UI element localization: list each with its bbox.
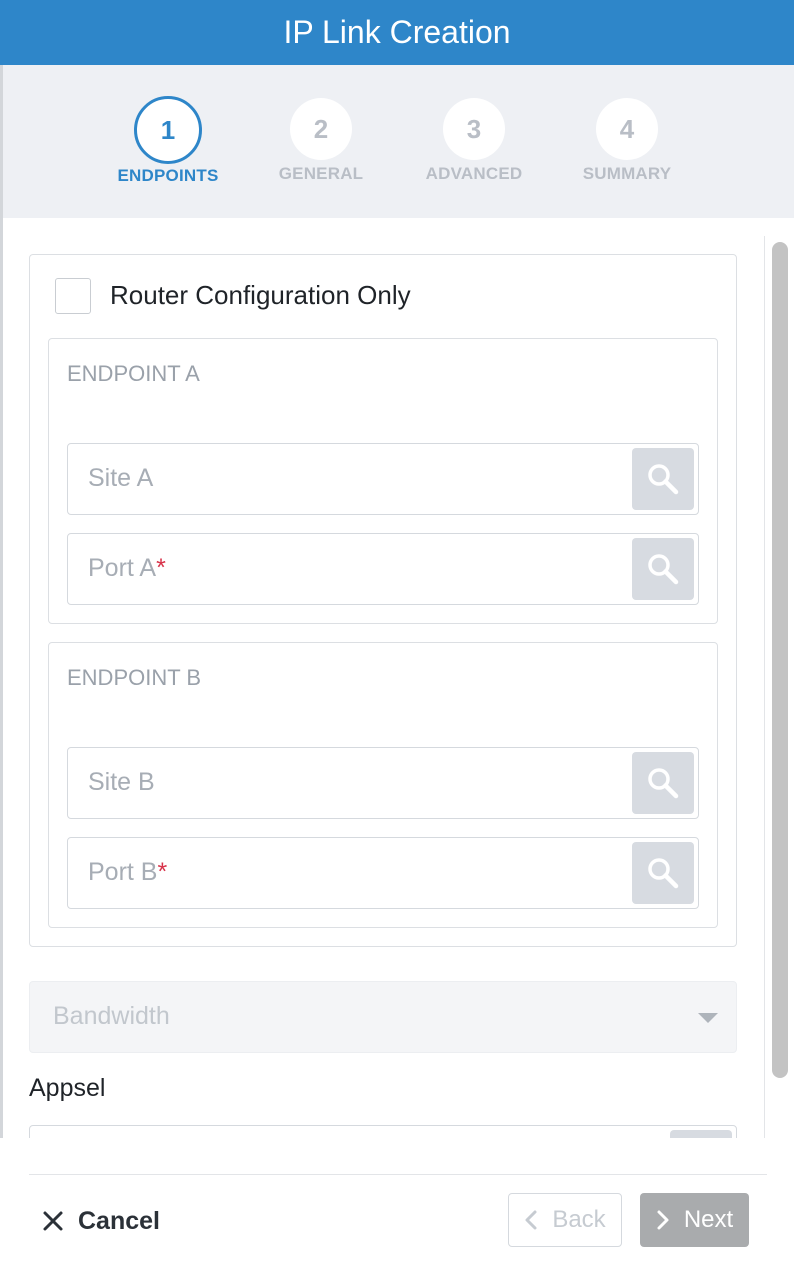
port-a-search-button[interactable] (632, 538, 694, 600)
next-button[interactable]: Next (640, 1193, 749, 1247)
cancel-button[interactable]: Cancel (42, 1204, 160, 1238)
bandwidth-select[interactable]: Bandwidth (29, 981, 737, 1053)
caret-down-icon (698, 1013, 718, 1023)
step-number: 3 (443, 98, 505, 160)
step-number: 4 (596, 98, 658, 160)
site-b-placeholder: Site B (88, 768, 155, 796)
site-b-search-button[interactable] (632, 752, 694, 814)
back-button[interactable]: Back (508, 1193, 622, 1247)
step-label: SUMMARY (582, 164, 672, 183)
site-a-field[interactable]: Site A (67, 443, 699, 515)
required-asterisk: * (157, 858, 168, 886)
search-icon (648, 768, 679, 799)
site-a-search-button[interactable] (632, 448, 694, 510)
next-label: Next (683, 1206, 734, 1233)
cancel-label: Cancel (78, 1206, 160, 1235)
bandwidth-placeholder: Bandwidth (53, 1002, 170, 1030)
dialog-title: IP Link Creation (0, 0, 794, 65)
port-a-placeholder: Port A* (88, 554, 166, 582)
step-number: 1 (134, 96, 202, 164)
search-icon (648, 858, 679, 889)
close-icon (43, 1211, 63, 1231)
step-number: 2 (290, 98, 352, 160)
router-config-only-label[interactable]: Router Configuration Only (110, 280, 411, 311)
appsel-label: Appsel (29, 1074, 106, 1102)
footer-divider (29, 1174, 767, 1175)
port-a-field[interactable]: Port A* (67, 533, 699, 605)
router-config-only-checkbox[interactable] (55, 278, 91, 314)
site-b-field[interactable]: Site B (67, 747, 699, 819)
step-label: ADVANCED (425, 164, 523, 183)
port-b-field[interactable]: Port B* (67, 837, 699, 909)
endpoint-b-title: ENDPOINT B (67, 665, 202, 690)
required-asterisk: * (156, 554, 166, 582)
step-label: GENERAL (278, 164, 364, 183)
search-icon (648, 464, 679, 495)
back-label: Back (552, 1206, 606, 1233)
dialog-left-border (0, 65, 3, 1266)
wizard-stepper: 1 ENDPOINTS 2 GENERAL 3 ADVANCED 4 SUMMA… (3, 65, 794, 218)
port-b-search-button[interactable] (632, 842, 694, 904)
search-icon (648, 554, 679, 585)
chevron-right-icon (657, 1210, 669, 1230)
chevron-left-icon (525, 1210, 537, 1230)
site-a-placeholder: Site A (88, 464, 154, 492)
ip-link-creation-dialog: IP Link Creation 1 ENDPOINTS 2 GENERAL 3… (0, 0, 794, 1266)
endpoint-a-title: ENDPOINT A (67, 361, 200, 386)
step-label: ENDPOINTS (117, 166, 219, 185)
scrollbar-thumb[interactable] (772, 242, 788, 1078)
port-b-placeholder: Port B* (88, 858, 168, 886)
